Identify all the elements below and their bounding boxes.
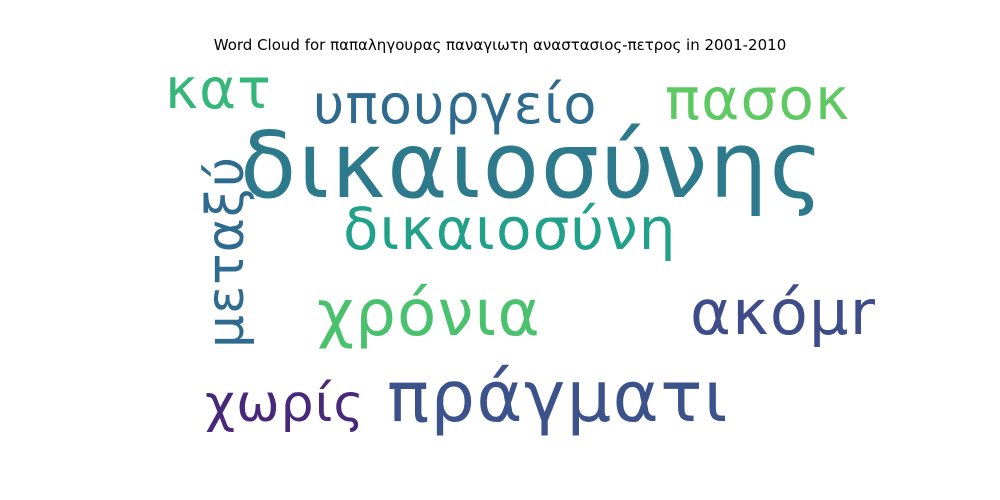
word-5: μεταξύ bbox=[196, 155, 256, 348]
word-9: πράγματι bbox=[387, 356, 729, 438]
chart-title: Word Cloud for παπαληγουρας παναγιωτη αν… bbox=[213, 36, 787, 54]
word-7: ακόμη bbox=[690, 276, 875, 349]
word-2: πασοκ bbox=[665, 65, 851, 133]
word-8: χωρίς bbox=[205, 374, 365, 434]
word-cloud: δικαιοσύνης υπουργείο πασοκ κατ δικαιοσύνη με… bbox=[125, 60, 875, 480]
figure: Word Cloud for παπαληγουρας παναγιωτη αν… bbox=[0, 0, 1000, 500]
word-4: δικαιοσύνη bbox=[343, 195, 677, 263]
word-3: κατ bbox=[165, 60, 272, 122]
word-6: χρόνια bbox=[317, 277, 542, 351]
word-1: υπουργείο bbox=[313, 73, 598, 136]
